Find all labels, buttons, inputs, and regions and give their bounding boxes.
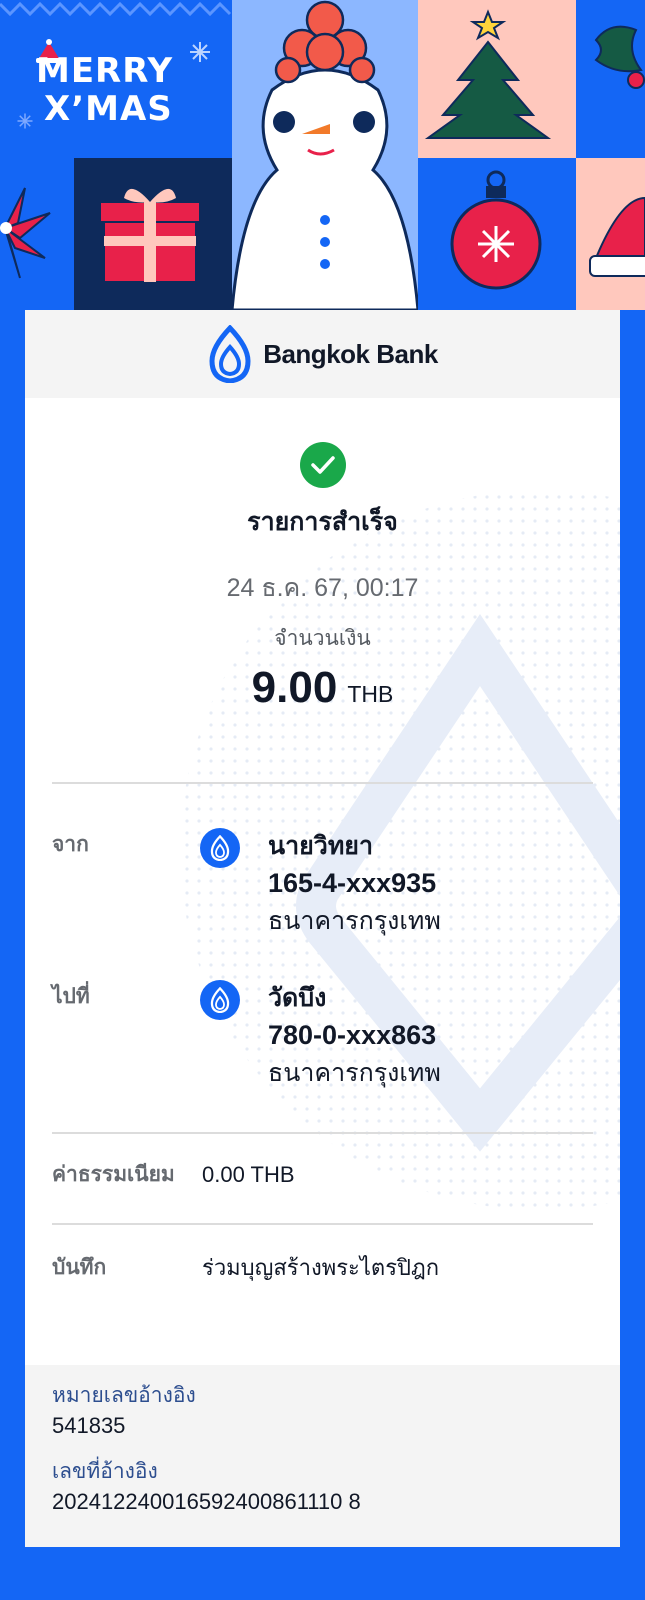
banner-tile-holly (576, 0, 645, 158)
ornament-icon (450, 170, 542, 290)
from-info: นายวิทยา 165-4-xxx935 ธนาคารกรุงเทพ (268, 828, 441, 940)
from-bank: ธนาคารกรุงเทพ (268, 907, 441, 935)
from-label: จาก (52, 833, 89, 856)
amount-currency: THB (347, 681, 394, 707)
amount-label: จำนวนเงิน (274, 627, 371, 650)
snowman-icon (232, 0, 418, 310)
amount-value: 9.00 (251, 663, 338, 712)
holly-icon (594, 25, 645, 89)
from-bank-icon (200, 828, 240, 868)
note-value: ร่วมบุญสร้างพระไตรปิฎก (202, 1255, 440, 1280)
banner-tile-snowman (232, 0, 418, 310)
snowflake-icon (190, 42, 210, 62)
zigzag-decoration (0, 1, 232, 17)
fee-label: ค่าธรรมเนียม (52, 1163, 175, 1186)
divider (52, 782, 593, 784)
banner-tile-ornament (418, 158, 576, 310)
success-check-icon (299, 442, 346, 488)
transaction-datetime: 24 ธ.ค. 67, 00:17 (226, 574, 419, 602)
to-bank: ธนาคารกรุงเทพ (268, 1059, 441, 1087)
reference-number-label: หมายเลขอ้างอิง (52, 1384, 196, 1407)
banner-title-line2: X’MAS (44, 89, 173, 129)
banner-tile-tree (418, 0, 576, 158)
transfer-receipt-card: Bangkok Bank รายการสำเร็จ 24 ธ.ค. 67, 00… (25, 310, 620, 1547)
to-info: วัดบึง 780-0-xxx863 ธนาคารกรุงเทพ (268, 980, 441, 1092)
from-name: นายวิทยา (268, 832, 373, 860)
transaction-reference-label: เลขที่อ้างอิง (52, 1460, 158, 1483)
to-bank-icon (200, 980, 240, 1020)
banner-tile-poinsettia (0, 158, 74, 310)
banner-tile-santa-hat (576, 158, 645, 310)
fee-row: ค่าธรรมเนียม 0.00 THB (52, 1158, 593, 1191)
note-label: บันทึก (52, 1256, 107, 1279)
banner-title: MERRY X’MAS (36, 52, 173, 128)
to-label: ไปที่ (52, 985, 90, 1008)
amount: 9.00 THB (25, 663, 620, 713)
banner-title-line1: MERRY (36, 51, 174, 91)
santa-hat-large-icon (589, 196, 645, 277)
snowflake-small-icon (17, 113, 33, 129)
fee-value: 0.00 THB (202, 1161, 295, 1187)
bank-name: Bangkok Bank (263, 338, 438, 369)
christmas-tree-icon (424, 9, 552, 139)
to-account: 780-0-xxx863 (268, 1020, 437, 1050)
divider (52, 1132, 593, 1134)
banner-tile-greeting: MERRY X’MAS (0, 0, 232, 158)
to-name: วัดบึง (268, 984, 327, 1012)
reference-section: หมายเลขอ้างอิง 541835 เลขที่อ้างอิง 2024… (25, 1365, 620, 1547)
bank-header: Bangkok Bank (25, 310, 620, 398)
poinsettia-icon (0, 187, 51, 279)
status-text: รายการสำเร็จ (247, 508, 398, 536)
bangkok-bank-logo-icon (209, 325, 251, 383)
banner-tile-gift (74, 158, 232, 310)
divider (52, 1223, 593, 1225)
gift-box-icon (99, 188, 201, 283)
note-row: บันทึก ร่วมบุญสร้างพระไตรปิฎก (52, 1250, 593, 1285)
from-account: 165-4-xxx935 (268, 868, 437, 898)
reference-number-value: 541835 (52, 1413, 126, 1438)
christmas-banner: MERRY X’MAS (0, 0, 645, 310)
transaction-reference-value: 202412240016592400861110 8 (52, 1489, 361, 1514)
status-section: รายการสำเร็จ 24 ธ.ค. 67, 00:17 จำนวนเงิน… (25, 442, 620, 713)
